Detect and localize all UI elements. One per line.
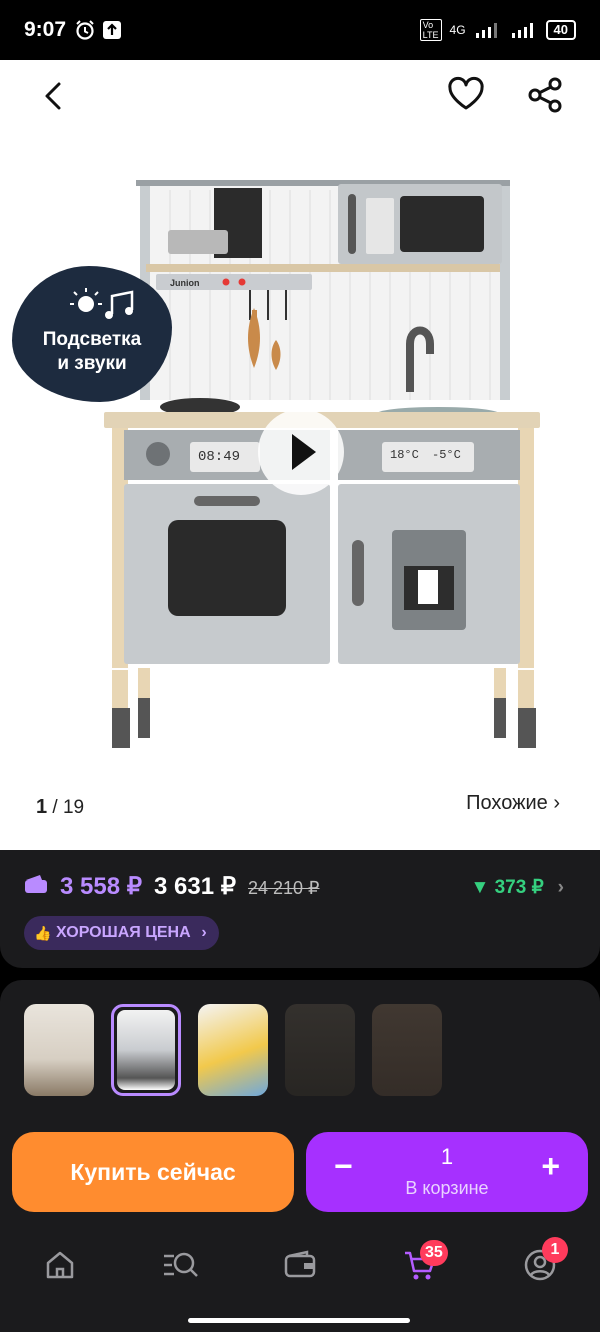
share-icon[interactable] (526, 76, 564, 114)
cart-stepper: − 1 В корзине + (306, 1132, 588, 1212)
gallery-current: 1 (36, 796, 48, 818)
oven-knob (146, 442, 170, 466)
badge-line-1: Подсветка (42, 329, 142, 350)
product-gallery[interactable]: Junion 08:49 18°C -5°C Подсветка и звуки… (0, 60, 600, 850)
thumbnail-2-selected[interactable] (111, 1004, 181, 1096)
thumbnail-3[interactable] (198, 1004, 268, 1096)
back-icon[interactable] (36, 78, 72, 114)
freezer-temp: -5°C (432, 448, 461, 462)
catalog-search-icon[interactable] (162, 1248, 200, 1282)
left-foot (112, 708, 130, 748)
wallet-icon[interactable] (283, 1248, 317, 1282)
card-price: 3 558 ₽ (60, 873, 142, 900)
signal-icon (475, 23, 497, 38)
home-indicator (188, 1318, 410, 1323)
signal-icon-2 (511, 23, 533, 38)
price-drop: ▼ 373 ₽ (470, 877, 544, 898)
fridge-temp: 18°C (390, 448, 419, 462)
kitchen-upper-shelf (146, 264, 500, 272)
thumbnail-1[interactable] (24, 1004, 94, 1096)
right-foot (518, 708, 536, 748)
feature-badge: Подсветка и звуки (12, 266, 172, 402)
wallet-card-icon (25, 875, 47, 893)
play-icon (292, 434, 316, 470)
increase-quantity-button[interactable]: + (541, 1148, 560, 1185)
pot-body (168, 230, 228, 254)
chevron-right-icon: › (557, 877, 564, 898)
regular-price: 3 631 ₽ (154, 873, 236, 900)
thumbs-up-icon: 👍 (34, 925, 52, 941)
microwave-handle (348, 194, 356, 254)
top-bar (0, 60, 600, 130)
microwave-keypad (366, 198, 394, 254)
similar-products-link[interactable]: Похожие › (466, 792, 560, 815)
network-type: 4G (449, 23, 466, 37)
thumbnail-4[interactable] (285, 1004, 355, 1096)
badge-line-2: и звуки (57, 353, 127, 374)
status-bar: 9:07 Vo LTE 4G 40 (0, 0, 600, 60)
right-leg (518, 428, 534, 668)
bottom-navigation: 35 1 (0, 1232, 600, 1302)
microwave-window (400, 196, 484, 252)
thumbnail-5[interactable] (372, 1004, 442, 1096)
gallery-total: / 19 (52, 797, 85, 818)
gallery-counter: 1 / 19 (36, 796, 84, 819)
chevron-right-icon: › (201, 924, 207, 941)
buy-now-button[interactable]: Купить сейчас (12, 1132, 294, 1212)
oven-clock: 08:49 (198, 449, 240, 465)
price-section: 3 558 ₽ 3 631 ₽ 24 210 ₽ ▼ 373 ₽ › 👍 ХОРО… (0, 850, 600, 968)
home-icon[interactable] (43, 1248, 77, 1282)
good-price-badge[interactable]: 👍 ХОРОШАЯ ЦЕНА › (24, 916, 219, 950)
price-drop-link[interactable]: ▼ 373 ₽ › (471, 876, 564, 899)
volte-icon: Vo LTE (419, 19, 442, 41)
cart-count-badge: 35 (420, 1240, 448, 1266)
favorite-heart-icon[interactable] (446, 76, 486, 112)
play-video-button[interactable] (258, 409, 344, 495)
alarm-icon (76, 20, 94, 40)
brand-label: Junion (170, 278, 200, 288)
light-and-music-icon (70, 288, 134, 319)
battery-indicator: 40 (545, 20, 576, 40)
purchase-actions: Купить сейчас − 1 В корзине + 35 1 (0, 1112, 600, 1332)
old-price: 24 210 ₽ (248, 878, 320, 898)
profile-count-badge: 1 (542, 1237, 568, 1263)
status-time: 9:07 (24, 18, 67, 41)
oven-window (168, 520, 286, 616)
upload-icon (103, 21, 122, 39)
variant-thumbnails (0, 980, 600, 1112)
good-price-label: ХОРОШАЯ ЦЕНА (56, 924, 191, 941)
fridge-handle (352, 540, 364, 606)
oven-handle (194, 496, 260, 506)
